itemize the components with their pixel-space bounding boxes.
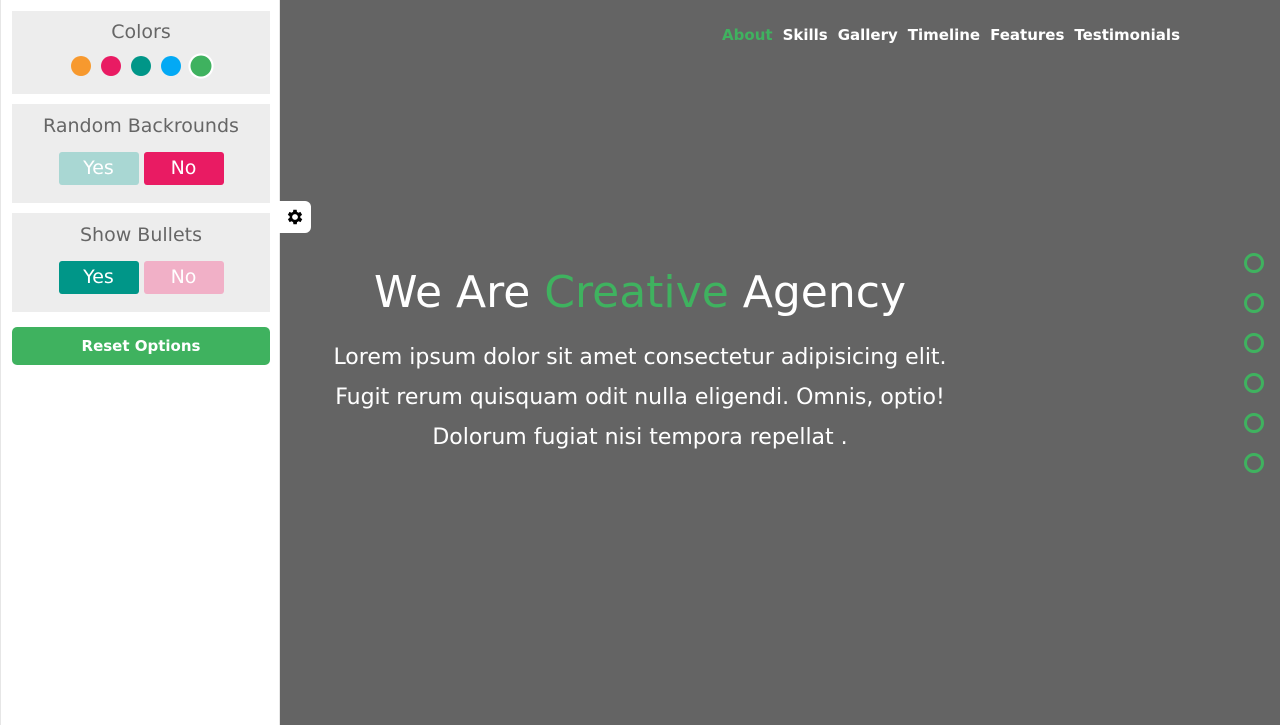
nav-bullet[interactable] [1244,413,1264,433]
hero-title: We Are Creative Agency [280,266,1000,320]
hero-title-after: Agency [742,267,906,318]
color-swatch-green[interactable] [190,55,212,77]
nav-link-skills[interactable]: Skills [783,26,828,44]
nav-bullet[interactable] [1244,453,1264,473]
colors-box: Colors [12,11,270,94]
nav-bullet[interactable] [1244,333,1264,353]
hero-description: Lorem ipsum dolor sit amet consectetur a… [280,338,1000,458]
show-bullets-no-button[interactable]: No [143,261,224,294]
show-bullets-box: Show Bullets Yes No [12,213,270,312]
nav-bullets [1244,253,1264,473]
random-bg-yes-button[interactable]: Yes [58,152,139,185]
nav-link-testimonials[interactable]: Testimonials [1074,26,1180,44]
hero-title-accent: Creative [544,267,729,318]
random-backgrounds-title: Random Backrounds [43,115,239,137]
random-backgrounds-box: Random Backrounds Yes No [12,104,270,203]
show-bullets-yes-button[interactable]: Yes [58,261,139,294]
color-swatch-teal[interactable] [131,56,151,76]
nav-link-about[interactable]: About [722,26,773,44]
nav-bullet[interactable] [1244,373,1264,393]
nav-link-features[interactable]: Features [990,26,1064,44]
nav-bullet[interactable] [1244,253,1264,273]
settings-toggle-button[interactable] [279,201,311,233]
colors-title: Colors [111,21,171,43]
show-bullets-title: Show Bullets [80,224,202,246]
color-swatches [12,55,270,77]
hero-title-before: We Are [374,267,531,318]
random-bg-no-button[interactable]: No [143,152,224,185]
nav-link-timeline[interactable]: Timeline [908,26,980,44]
hero-line-1: Lorem ipsum dolor sit amet consectetur a… [333,345,947,370]
nav-link-gallery[interactable]: Gallery [838,26,898,44]
hero-line-3: Dolorum fugiat nisi tempora repellat . [432,425,848,450]
color-swatch-blue[interactable] [161,56,181,76]
nav-bullet[interactable] [1244,293,1264,313]
color-swatch-orange[interactable] [71,56,91,76]
hero-line-2: Fugit rerum quisquam odit nulla eligendi… [335,385,945,410]
main-nav: About Skills Gallery Timeline Features T… [722,26,1180,44]
reset-options-button[interactable]: Reset Options [12,327,270,365]
color-swatch-pink[interactable] [101,56,121,76]
gear-icon [287,209,303,225]
settings-panel: Colors Random Backrounds Yes No Show Bul… [0,0,280,725]
